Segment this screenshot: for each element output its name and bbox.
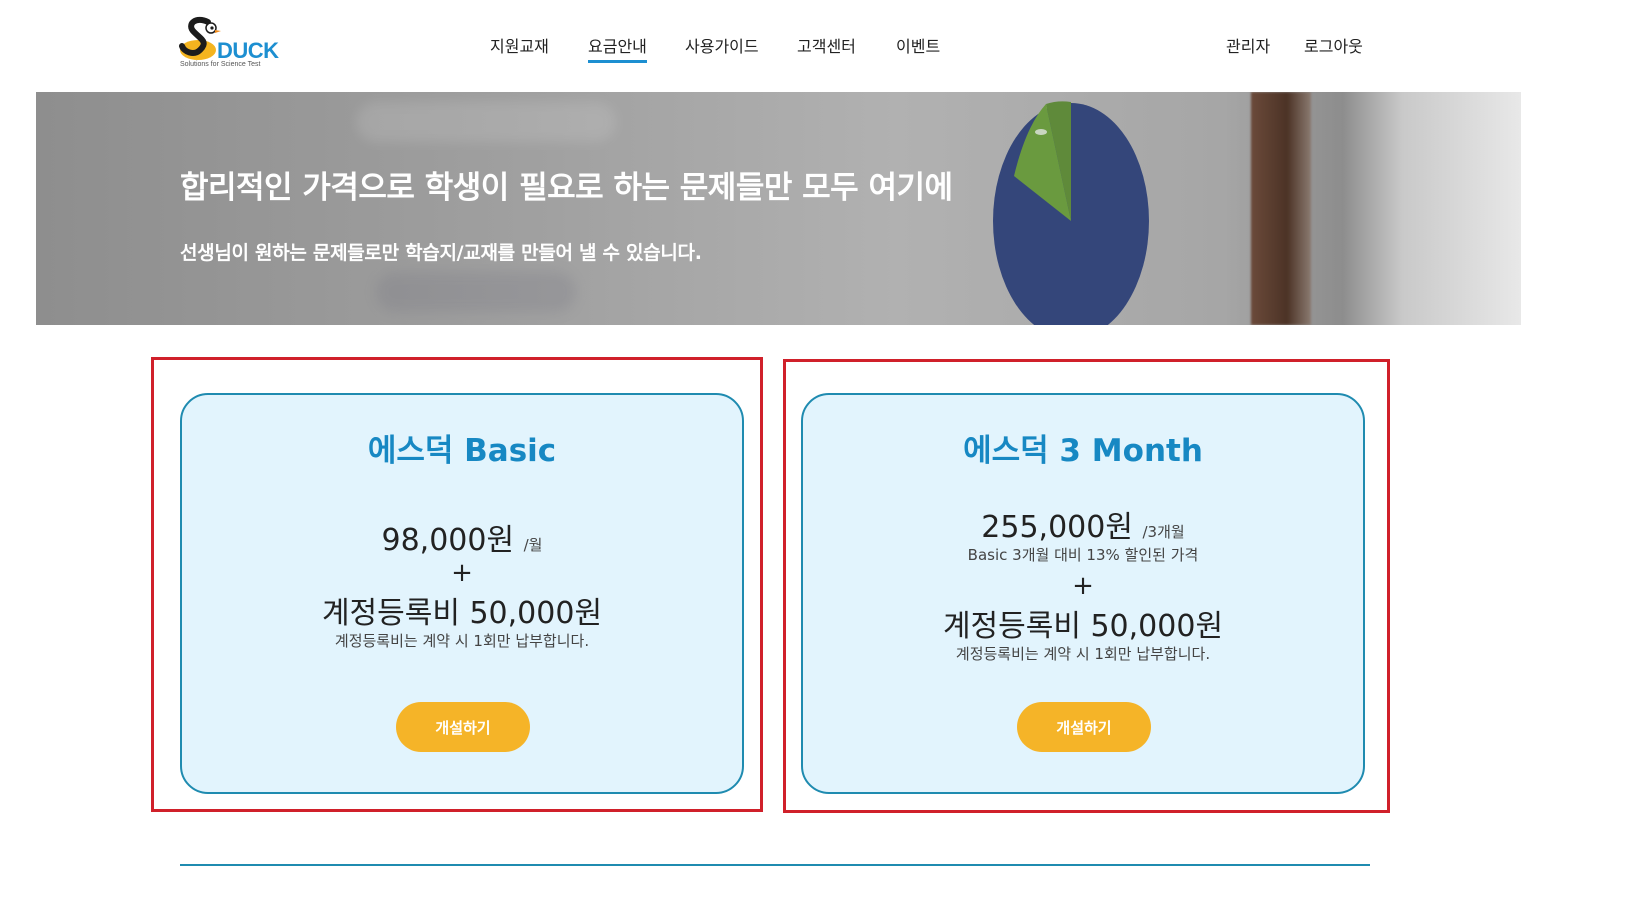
plus-sign: + [1072,571,1094,601]
pie-chart-image [993,101,1149,325]
nav-item-support[interactable]: 고객센터 [797,33,856,57]
nav-item-admin[interactable]: 관리자 [1226,33,1270,57]
discount-note: Basic 3개월 대비 13% 할인된 가격 [967,546,1199,564]
hero-bg-post [1251,92,1311,325]
plus-sign: + [451,558,473,588]
nav-item-materials[interactable]: 지원교재 [490,33,549,57]
open-plan-button[interactable]: 개설하기 [396,702,530,752]
plan-name: 에스덕 3 Month [963,433,1203,469]
fee-note: 계정등록비는 계약 시 1회만 납부합니다. [334,632,590,650]
plan-name: 에스덕 Basic [367,433,557,469]
hero-banner: 합리적인 가격으로 학생이 필요로 하는 문제들만 모두 여기에 선생님이 원하… [36,92,1521,325]
hero-bg-blur [356,102,616,142]
logo-tagline: Solutions for Science Test [180,61,261,68]
plan-price: 98,000원 /월 [182,515,742,559]
nav-item-logout[interactable]: 로그아웃 [1304,33,1363,57]
hero-subtitle: 선생님이 원하는 문제들로만 학습지/교재를 만들어 낼 수 있습니다. [180,242,702,264]
site-logo[interactable]: DUCK Solutions for Science Test [178,16,280,72]
registration-fee: 계정등록비 50,000원 [321,596,603,631]
price-period: /월 [523,536,543,554]
plan-price: 255,000원 /3개월 [803,502,1363,546]
price-period: /3개월 [1142,523,1185,541]
nav-item-event[interactable]: 이벤트 [896,33,940,57]
nav-item-pricing[interactable]: 요금안내 [588,33,647,63]
hero-title: 합리적인 가격으로 학생이 필요로 하는 문제들만 모두 여기에 [180,170,953,206]
plan-card-basic: 에스덕 Basic 98,000원 /월 + 계정등록비 50,000원 계정등… [180,393,744,794]
site-header: DUCK Solutions for Science Test 지원교재 요금안… [0,0,1630,92]
section-divider [180,864,1370,866]
nav-item-guide[interactable]: 사용가이드 [685,33,759,57]
price-value: 255,000원 [981,510,1133,545]
hero-bg-blur [376,272,576,312]
registration-fee: 계정등록비 50,000원 [942,609,1224,644]
open-plan-button[interactable]: 개설하기 [1017,702,1151,752]
fee-note: 계정등록비는 계약 시 1회만 납부합니다. [955,645,1211,663]
plan-card-3month: 에스덕 3 Month 255,000원 /3개월 Basic 3개월 대비 1… [801,393,1365,794]
duck-logo-icon [179,16,221,60]
price-value: 98,000원 [381,523,515,558]
